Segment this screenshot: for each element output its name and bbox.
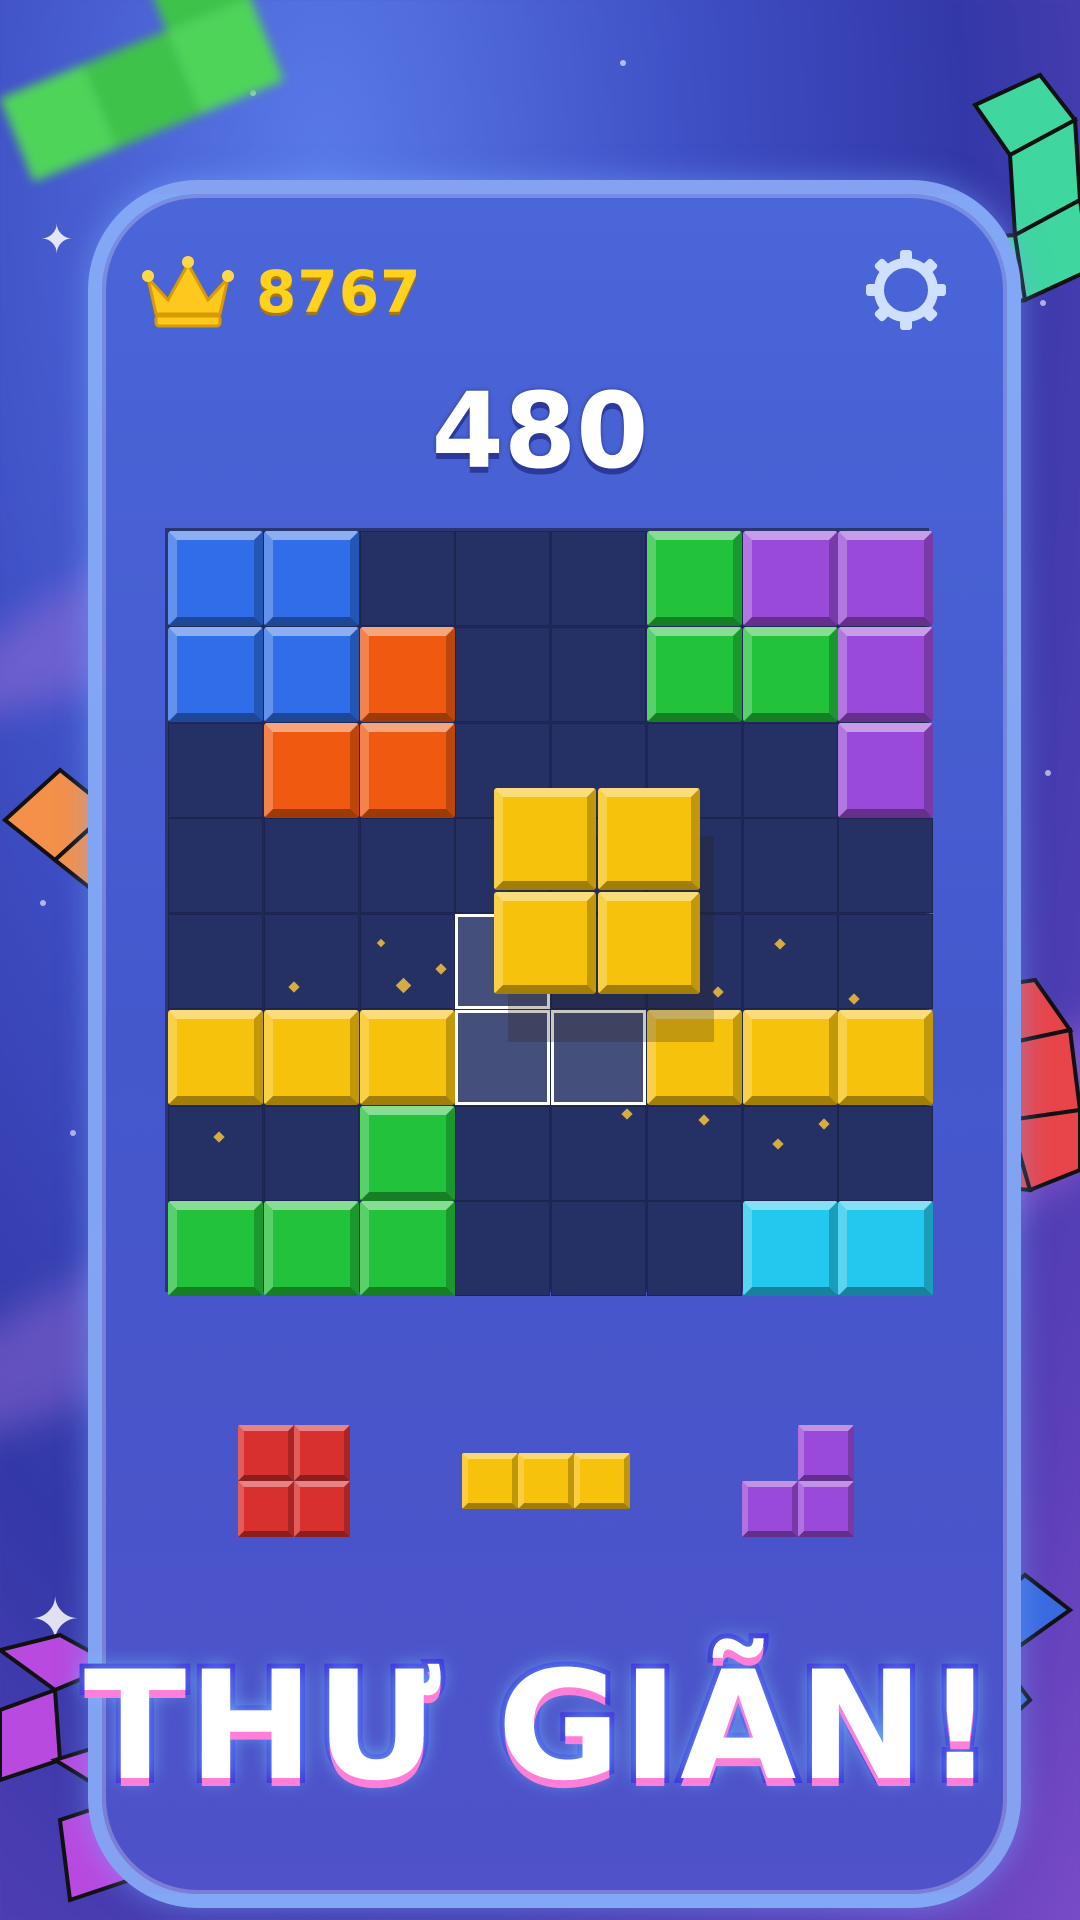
yellow-block	[574, 1453, 630, 1509]
empty-cell	[168, 722, 263, 818]
blue-block	[263, 626, 359, 722]
purple-block	[838, 531, 934, 626]
sparkle-star-icon: ✦	[40, 217, 74, 263]
green-block	[646, 626, 742, 722]
empty-cell	[168, 818, 263, 914]
tray-piece-red-square[interactable]	[238, 1425, 350, 1537]
green-block	[168, 1201, 263, 1297]
purple-block	[742, 531, 838, 626]
yellow-block	[359, 1009, 455, 1105]
yellow-block	[462, 1453, 518, 1509]
orange-block	[359, 626, 455, 722]
blue-block	[168, 626, 263, 722]
purple-block	[838, 722, 934, 818]
blue-block	[263, 531, 359, 626]
dragged-yellow-square-piece[interactable]	[494, 788, 700, 994]
current-score: 480	[431, 370, 649, 492]
relax-banner: THƯ GIÃN!	[79, 1635, 999, 1819]
gear-icon[interactable]	[864, 248, 948, 332]
tray-piece-yellow-line[interactable]	[462, 1453, 630, 1509]
cyan-block	[742, 1201, 838, 1297]
empty-cell	[359, 914, 455, 1009]
orange-block	[359, 722, 455, 818]
yellow-block	[494, 788, 596, 890]
empty-cell	[263, 1105, 359, 1201]
yellow-block	[742, 1009, 838, 1105]
green-block	[742, 626, 838, 722]
yellow-block	[598, 892, 700, 994]
empty-cell	[359, 531, 455, 626]
green-block	[359, 1105, 455, 1201]
empty-cell	[263, 914, 359, 1009]
green-block	[263, 1201, 359, 1297]
red-block	[294, 1481, 350, 1537]
green-block	[646, 531, 742, 626]
empty-cell	[551, 1105, 646, 1201]
yellow-block	[263, 1009, 359, 1105]
red-block	[238, 1425, 294, 1481]
empty-cell	[263, 818, 359, 914]
red-block	[294, 1425, 350, 1481]
crown-icon	[142, 256, 234, 328]
yellow-block	[598, 788, 700, 890]
empty-cell	[168, 914, 263, 1009]
empty-cell	[455, 626, 551, 722]
yellow-block	[168, 1009, 263, 1105]
purple-block	[798, 1425, 854, 1481]
empty-cell	[646, 1105, 742, 1201]
empty-cell	[838, 1105, 934, 1201]
best-score: 8767	[256, 258, 422, 326]
orange-block	[263, 722, 359, 818]
empty-cell	[742, 914, 838, 1009]
yellow-block	[838, 1009, 934, 1105]
empty-cell	[551, 1201, 646, 1297]
red-block	[238, 1481, 294, 1537]
empty-cell	[838, 818, 934, 914]
cyan-block	[838, 1201, 934, 1297]
empty-cell	[359, 818, 455, 914]
blue-block	[168, 531, 263, 626]
purple-block	[798, 1481, 854, 1537]
green-tetromino-decoration	[0, 0, 285, 182]
empty-cell	[551, 531, 646, 626]
green-block	[359, 1201, 455, 1297]
empty-cell	[455, 531, 551, 626]
purple-block	[838, 626, 934, 722]
empty-cell	[742, 722, 838, 818]
purple-block	[742, 1481, 798, 1537]
empty-cell	[455, 1105, 551, 1201]
empty-cell	[168, 1105, 263, 1201]
empty-cell	[742, 818, 838, 914]
yellow-block	[494, 892, 596, 994]
empty-cell	[646, 1201, 742, 1297]
empty-cell	[455, 1201, 551, 1297]
empty-cell	[551, 626, 646, 722]
yellow-block	[518, 1453, 574, 1509]
tray-piece-purple-corner[interactable]	[742, 1425, 854, 1537]
